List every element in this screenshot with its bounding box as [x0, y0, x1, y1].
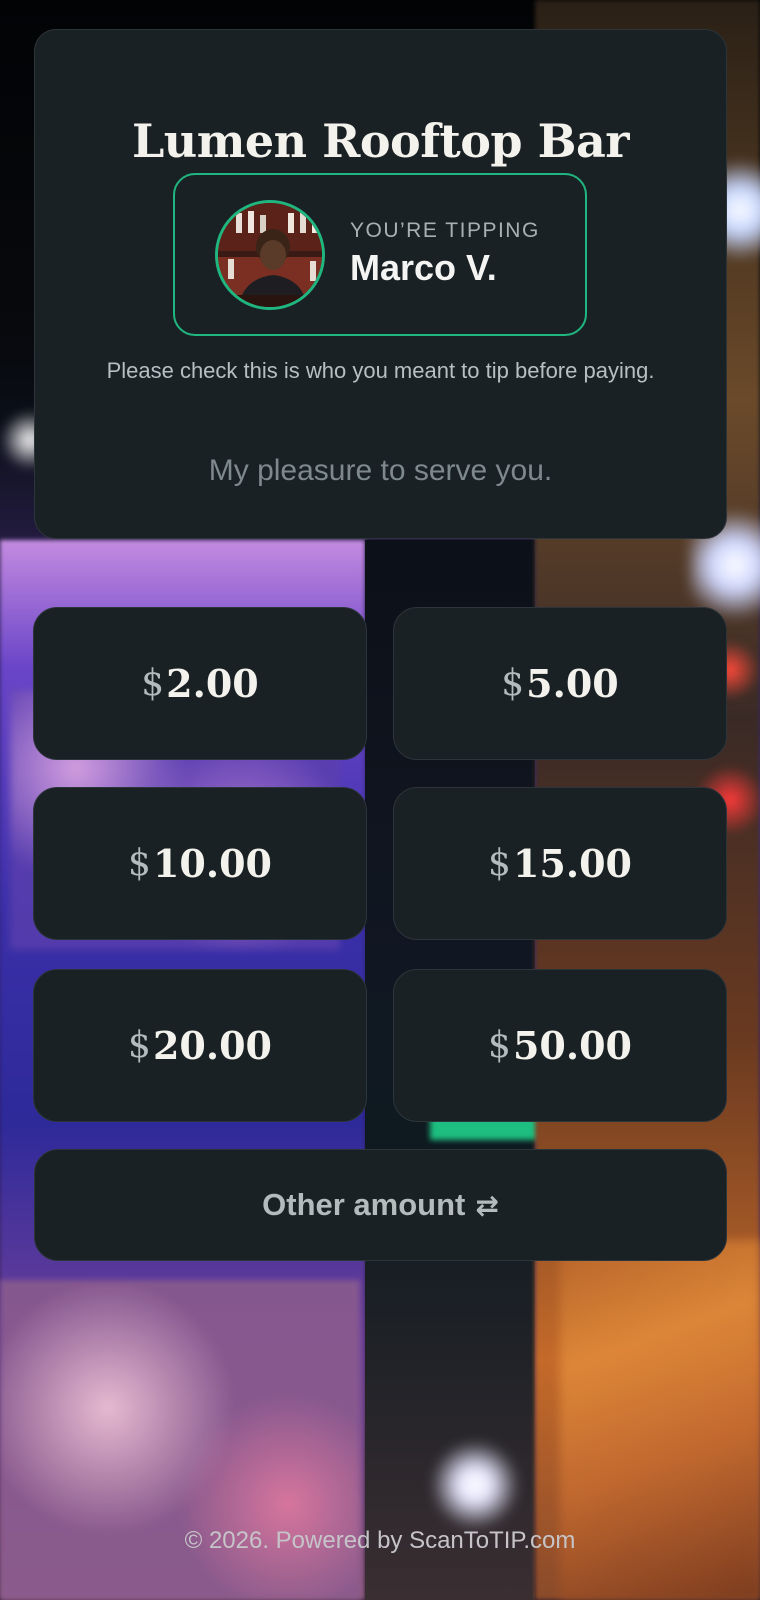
- tip-amount: 2.00: [166, 661, 259, 706]
- currency-symbol: $: [488, 843, 511, 884]
- currency-symbol: $: [141, 663, 165, 704]
- tip-amount: 10.00: [152, 841, 272, 886]
- tippee-box: YOU’RE TIPPING Marco V.: [173, 173, 587, 336]
- other-amount-label: Other amount: [262, 1187, 466, 1222]
- currency-symbol: $: [128, 1025, 151, 1066]
- tip-button-10[interactable]: $10.00: [33, 787, 367, 940]
- tipping-label: YOU’RE TIPPING: [350, 219, 540, 242]
- tippee-name: Marco V.: [350, 247, 497, 288]
- person-photo-icon: [218, 203, 322, 307]
- venue-card: Lumen Rooftop Bar YOU’RE TIPPING Marco V…: [34, 29, 727, 539]
- venue-name: Lumen Rooftop Bar: [131, 114, 630, 168]
- currency-symbol: $: [488, 1025, 511, 1066]
- tip-amount: 5.00: [526, 661, 619, 706]
- tip-button-2[interactable]: $2.00: [33, 607, 367, 760]
- currency-symbol: $: [128, 843, 151, 884]
- currency-symbol: $: [501, 663, 525, 704]
- avatar: [215, 200, 325, 310]
- tip-button-20[interactable]: $20.00: [33, 969, 367, 1122]
- footer-credit: © 2026. Powered by ScanToTIP.com: [184, 1527, 576, 1554]
- swap-arrows-icon: ⇄: [475, 1189, 499, 1221]
- tip-button-5[interactable]: $5.00: [393, 607, 727, 760]
- tip-button-15[interactable]: $15.00: [393, 787, 727, 940]
- tip-amount: 50.00: [512, 1023, 632, 1068]
- other-amount-button[interactable]: Other amount ⇄: [34, 1149, 727, 1261]
- tip-amount: 20.00: [152, 1023, 272, 1068]
- staff-message: My pleasure to serve you.: [208, 454, 553, 487]
- tip-button-50[interactable]: $50.00: [393, 969, 727, 1122]
- tip-amount: 15.00: [512, 841, 632, 886]
- confirm-notice: Please check this is who you meant to ti…: [106, 358, 655, 383]
